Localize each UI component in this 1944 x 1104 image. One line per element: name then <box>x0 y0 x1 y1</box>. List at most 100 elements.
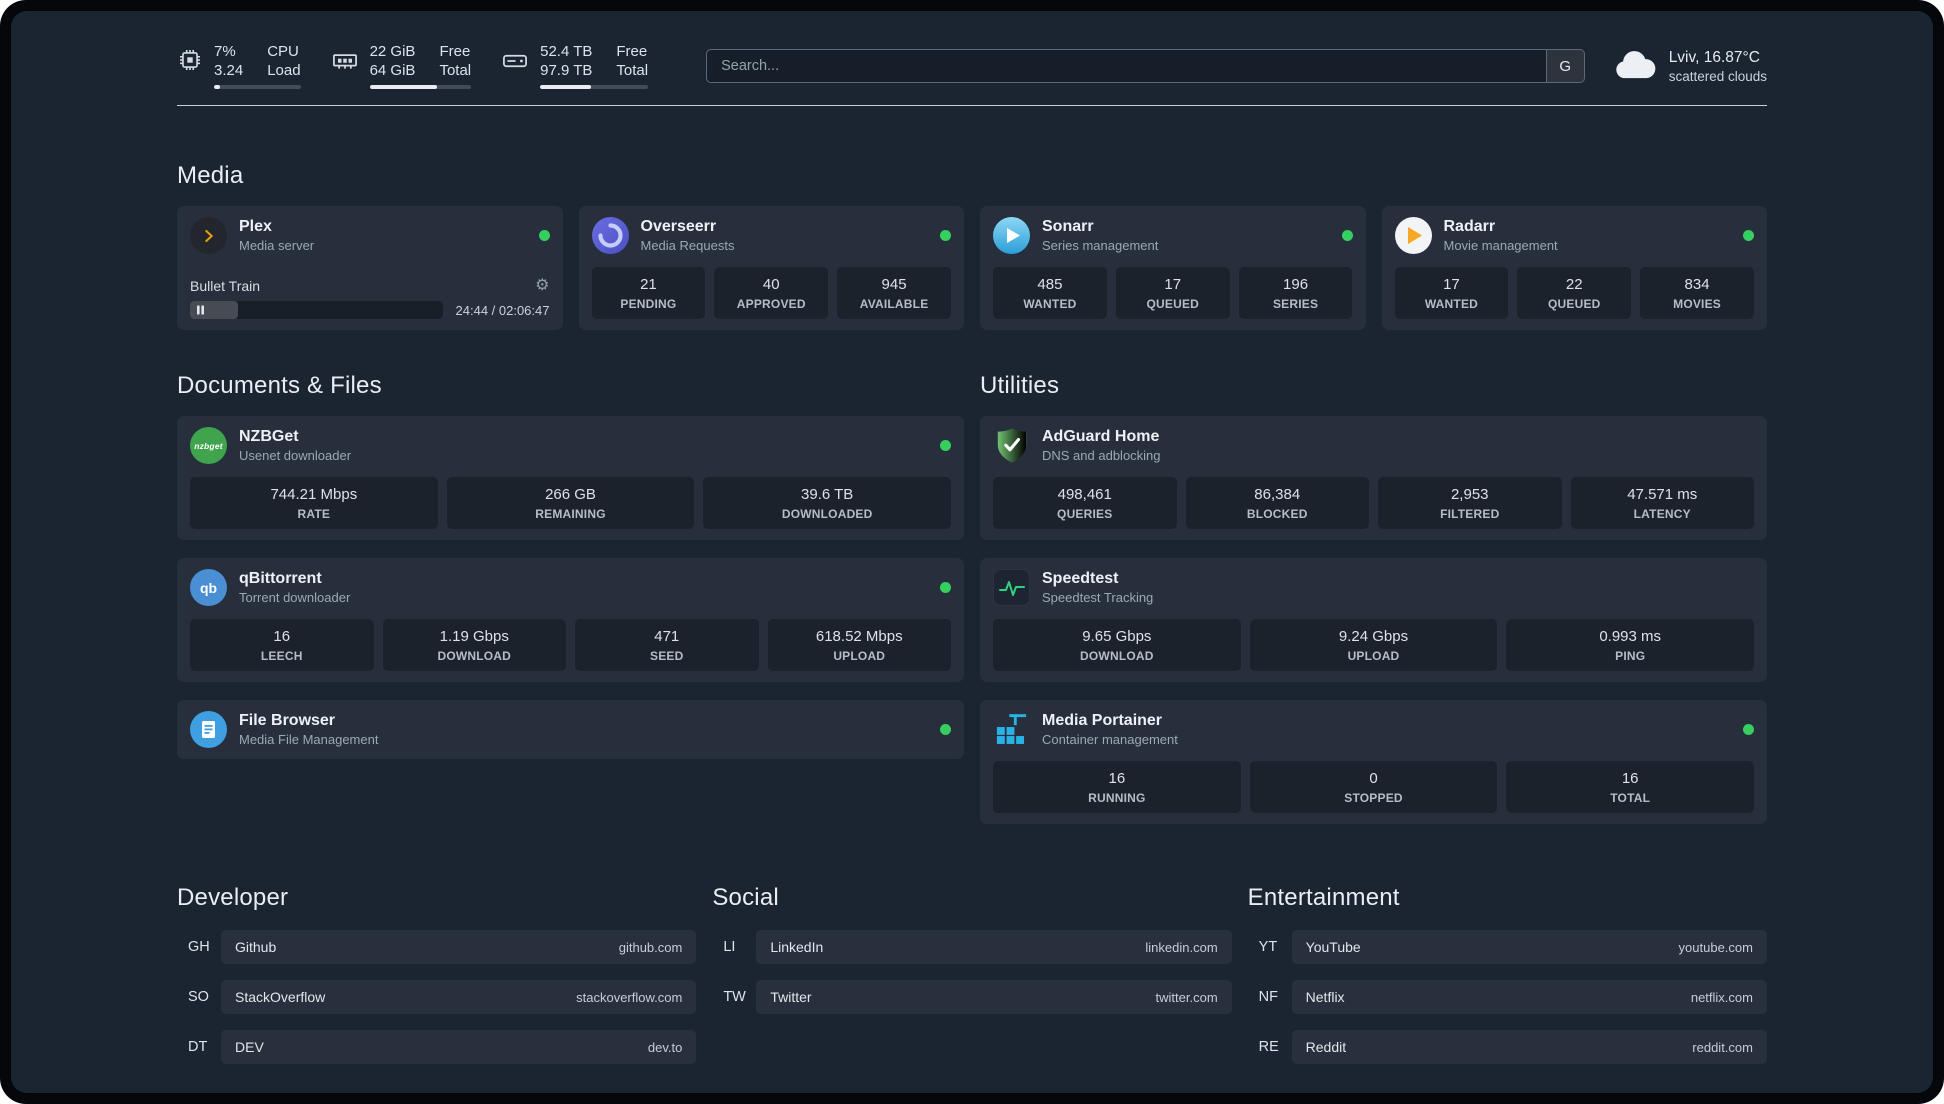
stat-label: FILTERED <box>1440 507 1500 521</box>
service-stats: 16 RUNNING 0 STOPPED 16 TOTAL <box>993 748 1755 813</box>
stat-tile: 86,384 BLOCKED <box>1185 477 1369 529</box>
service-card-nzbget[interactable]: nzbget NZBGet Usenet downloader 744.21 M… <box>177 416 964 540</box>
service-name: Plex <box>239 218 272 235</box>
section-title-media: Media <box>177 162 244 189</box>
bookmark-link-linkedin[interactable]: LinkedIn linkedin.com <box>756 930 1232 964</box>
sonarr-icon <box>993 217 1030 254</box>
cpu-load-label: Load <box>267 62 301 79</box>
weather-widget: Lviv, 16.87°C scattered clouds <box>1613 47 1767 85</box>
bookmark-link-stackoverflow[interactable]: StackOverflow stackoverflow.com <box>221 980 697 1014</box>
stat-label: QUEUED <box>1547 297 1601 311</box>
disk-free-value: 52.4 TB <box>540 43 593 60</box>
filebrowser-icon <box>190 711 227 748</box>
bookmark-link-twitter[interactable]: Twitter twitter.com <box>756 980 1232 1014</box>
stat-tile: 485 WANTED <box>993 267 1107 319</box>
pause-icon[interactable] <box>197 305 204 315</box>
stat-label: BLOCKED <box>1246 507 1308 521</box>
bookmark-name: Netflix <box>1305 989 1345 1005</box>
bookmark-row: SO StackOverflow stackoverflow.com <box>177 980 697 1014</box>
service-stats: 9.65 Gbps DOWNLOAD 9.24 Gbps UPLOAD 0.99… <box>993 606 1755 671</box>
card-header: Sonarr Series management <box>993 217 1353 254</box>
card-header: File Browser Media File Management <box>190 711 951 748</box>
search-provider-button[interactable]: G <box>1545 50 1584 82</box>
disk-total-value: 97.9 TB <box>540 62 593 79</box>
playback-time: 24:44 / 02:06:47 <box>455 302 550 318</box>
bookmark-link-reddit[interactable]: Reddit reddit.com <box>1291 1030 1767 1064</box>
bookmark-url: netflix.com <box>1690 989 1753 1005</box>
service-card-radarr[interactable]: Radarr Movie management 17 WANTED 22 QUE… <box>1381 206 1767 330</box>
stat-label: DOWNLOAD <box>1080 649 1154 663</box>
bookmark-name: LinkedIn <box>770 939 824 955</box>
card-header: Radarr Movie management <box>1394 217 1754 254</box>
service-desc: Movie management <box>1443 238 1558 253</box>
stat-value: 86,384 <box>1254 486 1301 503</box>
gear-icon[interactable]: ⚙ <box>535 278 549 294</box>
service-card-adguard[interactable]: AdGuard Home DNS and adblocking 498,461 … <box>980 416 1767 540</box>
cpu-usage-label: CPU <box>267 43 299 60</box>
search-bar: G <box>706 49 1585 83</box>
stat-label: QUERIES <box>1057 507 1113 521</box>
service-card-qbittorrent[interactable]: qb qBittorrent Torrent downloader 16 LEE… <box>177 558 964 682</box>
playback-progress-bar[interactable] <box>190 301 443 319</box>
bookmark-link-youtube[interactable]: YouTube youtube.com <box>1291 930 1767 964</box>
stat-value: 17 <box>1443 276 1460 293</box>
bookmark-link-netflix[interactable]: Netflix netflix.com <box>1291 980 1767 1014</box>
bookmark-name: DEV <box>235 1039 264 1055</box>
bookmark-abbr: DT <box>188 1039 208 1055</box>
radarr-icon <box>1394 217 1432 254</box>
stat-value: 945 <box>881 276 907 293</box>
window-bezel: 7% CPU 3.24 Load 22 GiB Free 64 GiB Tota… <box>0 0 1944 1104</box>
service-card-sonarr[interactable]: Sonarr Series management 485 WANTED 17 Q… <box>980 206 1366 330</box>
stat-tile: 471 SEED <box>575 619 759 671</box>
stat-tile: 16 RUNNING <box>993 761 1241 813</box>
cpu-widget: 7% CPU 3.24 Load <box>177 43 301 89</box>
service-card-filebrowser[interactable]: File Browser Media File Management <box>177 700 964 759</box>
cpu-icon <box>177 47 203 73</box>
stat-value: 47.571 ms <box>1627 486 1698 503</box>
service-card-plex[interactable]: Plex Media server Bullet Train ⚙ 24:44 /… <box>177 206 563 330</box>
disk-free-label: Free <box>616 43 648 60</box>
status-dot <box>940 230 951 241</box>
status-dot <box>538 230 550 241</box>
card-header: Speedtest Speedtest Tracking <box>993 569 1754 606</box>
bookmark-link-github[interactable]: Github github.com <box>221 930 697 964</box>
stat-label: MOVIES <box>1673 297 1722 311</box>
stat-tile: 9.65 Gbps DOWNLOAD <box>993 619 1241 671</box>
stat-value: 485 <box>1037 276 1063 293</box>
search-input[interactable] <box>707 50 1546 82</box>
stat-tile: 196 SERIES <box>1238 267 1353 319</box>
stat-label: SEED <box>650 649 684 663</box>
stat-value: 16 <box>1621 770 1639 787</box>
disk-usage-bar <box>540 85 649 89</box>
stat-value: 2,953 <box>1450 486 1489 503</box>
service-stats: 485 WANTED 17 QUEUED 196 SERIES <box>993 254 1353 319</box>
speedtest-icon <box>993 569 1030 606</box>
stat-label: STOPPED <box>1344 791 1403 805</box>
stat-value: 471 <box>654 628 680 645</box>
section-title-utilities: Utilities <box>980 372 1060 399</box>
service-stats: 17 WANTED 22 QUEUED 834 MOVIES <box>1394 254 1755 319</box>
stat-label: AVAILABLE <box>859 297 929 311</box>
topbar-divider <box>177 105 1767 106</box>
utilities-column: Utilities AdGuard Home DNS and adblockin… <box>980 372 1767 824</box>
service-desc: Speedtest Tracking <box>1042 590 1154 605</box>
bookmark-link-dev[interactable]: DEV dev.to <box>221 1030 697 1064</box>
bookmark-url: github.com <box>618 939 683 955</box>
stat-tile: 9.24 Gbps UPLOAD <box>1249 619 1498 671</box>
now-playing-title: Bullet Train <box>190 278 261 294</box>
weather-condition: scattered clouds <box>1668 68 1767 84</box>
service-name: File Browser <box>239 712 336 729</box>
section-title-developer: Developer <box>177 884 289 911</box>
service-card-overseerr[interactable]: Overseerr Media Requests 21 PENDING 40 A… <box>578 206 964 330</box>
card-header: nzbget NZBGet Usenet downloader <box>190 427 951 464</box>
service-card-portainer[interactable]: Media Portainer Container management 16 … <box>980 700 1767 824</box>
service-name: qBittorrent <box>239 570 322 587</box>
portainer-icon <box>993 711 1030 748</box>
stat-label: WANTED <box>1023 297 1077 311</box>
stat-tile: 16 TOTAL <box>1506 761 1755 813</box>
service-card-speedtest[interactable]: Speedtest Speedtest Tracking 9.65 Gbps D… <box>980 558 1767 682</box>
disk-icon <box>501 47 529 75</box>
stat-label: PING <box>1615 649 1646 663</box>
stat-tile: 16 LEECH <box>190 619 374 671</box>
status-dot <box>1341 230 1353 241</box>
